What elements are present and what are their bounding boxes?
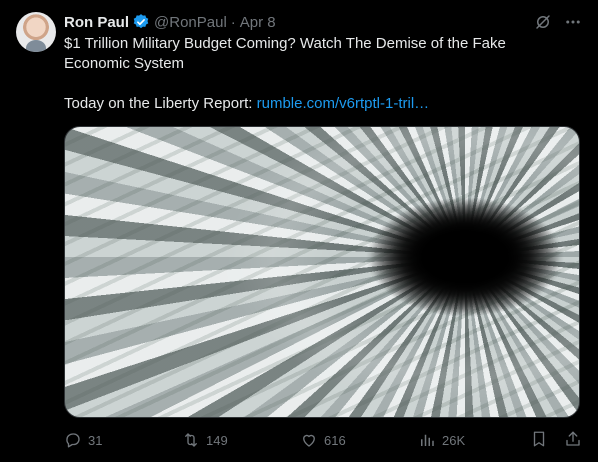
reply-button[interactable]: 31 [64,431,182,449]
avatar[interactable] [16,12,56,52]
views-count: 26K [442,432,466,448]
tweet-text-prefix: Today on the Liberty Report: [64,95,257,112]
tweet-header: Ron Paul @RonPaul · Apr 8 [64,12,582,32]
tweet-text-line1: $1 Trillion Military Budget Coming? Watc… [64,35,506,72]
tweet-date[interactable]: Apr 8 [240,14,276,31]
reply-count: 31 [88,432,103,448]
tweet-text: $1 Trillion Military Budget Coming? Watc… [64,34,574,114]
author-name[interactable]: Ron Paul [64,14,129,31]
views-button[interactable]: 26K [418,431,528,449]
tweet-link[interactable]: rumble.com/v6rtptl-1-tril… [257,95,430,112]
grok-icon[interactable] [534,13,552,31]
like-button[interactable]: 616 [300,431,418,449]
author-handle[interactable]: @RonPaul [154,14,227,31]
views-icon [418,431,436,449]
tweet-text-line2: Today on the Liberty Report: rumble.com/… [64,94,574,114]
share-icon[interactable] [564,430,582,451]
like-icon [300,431,318,449]
tweet-media-image[interactable] [64,126,580,418]
verified-badge-icon [132,13,150,31]
retweet-count: 149 [206,432,228,448]
retweet-button[interactable]: 149 [182,431,300,449]
reply-icon [64,431,82,449]
retweet-icon [182,431,200,449]
separator-dot: · [230,13,236,31]
more-icon[interactable] [564,13,582,31]
tweet-actions: 31 149 616 26K [64,428,582,452]
bookmark-icon[interactable] [530,430,548,451]
like-count: 616 [324,432,346,448]
